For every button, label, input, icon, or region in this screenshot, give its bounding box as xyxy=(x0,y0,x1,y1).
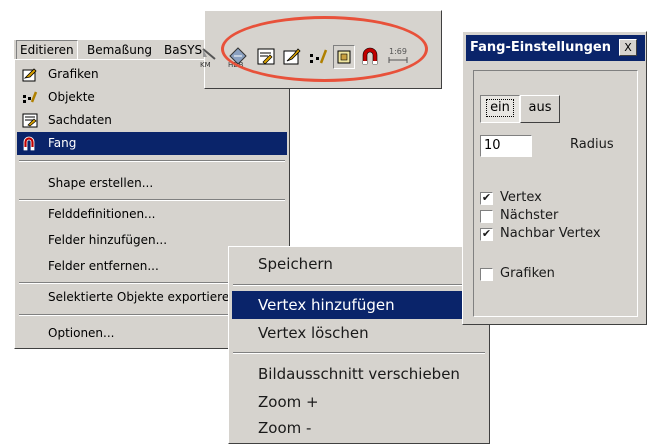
checkbox-label: Nächster xyxy=(500,208,559,223)
context-menu: Speichern Vertex hinzufügen Vertex lösch… xyxy=(228,246,490,444)
checkbox-label: Nachbar Vertex xyxy=(500,226,601,241)
checkbox-box[interactable] xyxy=(480,210,493,223)
checkbox-box[interactable] xyxy=(480,268,493,281)
context-item-speichern[interactable]: Speichern xyxy=(232,250,486,278)
snap-on-button[interactable]: ein xyxy=(480,95,520,123)
data-sheet-icon xyxy=(22,113,38,128)
context-item-zoom-out[interactable]: Zoom - xyxy=(232,414,486,442)
snap-magnet-icon xyxy=(23,136,35,151)
menu-item-sachdaten[interactable]: Sachdaten xyxy=(17,109,287,132)
menu-separator xyxy=(19,160,285,162)
callout-oval xyxy=(221,16,428,82)
snap-settings-dialog: Fang-Einstellungen X ein aus 10 Radius ✔… xyxy=(462,31,647,325)
menu-item-objekte[interactable]: Objekte xyxy=(17,86,287,109)
objects-icon xyxy=(23,91,38,103)
menu-item-label: Sachdaten xyxy=(48,113,112,127)
menu-bemassung[interactable]: Bemaßung xyxy=(84,40,155,60)
snap-on-label: ein xyxy=(486,99,514,117)
km-measure-icon: KM xyxy=(200,48,216,69)
checkbox-box[interactable]: ✔ xyxy=(480,228,493,241)
radius-label: Radius xyxy=(570,137,614,152)
km-label: KM xyxy=(200,61,211,69)
menu-separator xyxy=(19,199,285,201)
checkbox-box[interactable]: ✔ xyxy=(480,192,493,205)
menu-item-shape-erstellen[interactable]: Shape erstellen... xyxy=(17,172,287,195)
menu-item-felddefinitionen[interactable]: Felddefinitionen... xyxy=(17,203,287,226)
context-item-vertex-loeschen[interactable]: Vertex löschen xyxy=(232,319,486,347)
menu-item-label: Grafiken xyxy=(48,67,99,81)
menu-separator xyxy=(233,352,485,354)
radius-input[interactable]: 10 xyxy=(480,135,532,157)
dialog-content-panel: ein aus 10 Radius ✔ Vertex Nächster ✔ Na… xyxy=(473,70,638,317)
close-button[interactable]: X xyxy=(619,39,637,56)
graphics-icon xyxy=(22,68,37,82)
snap-off-button[interactable]: aus xyxy=(520,95,560,123)
menu-item-label: Objekte xyxy=(48,90,95,104)
menu-separator xyxy=(233,284,485,286)
context-item-vertex-hinzufuegen[interactable]: Vertex hinzufügen xyxy=(232,291,486,319)
menu-item-fang[interactable]: Fang xyxy=(17,132,287,155)
toolbar-button-km[interactable]: KM xyxy=(199,45,221,69)
menu-item-label: Fang xyxy=(48,136,77,150)
context-item-bildausschnitt[interactable]: Bildausschnitt verschieben xyxy=(232,360,486,388)
checkbox-label: Grafiken xyxy=(500,266,555,281)
context-item-zoom-in[interactable]: Zoom + xyxy=(232,388,486,416)
checkbox-label: Vertex xyxy=(500,190,542,205)
